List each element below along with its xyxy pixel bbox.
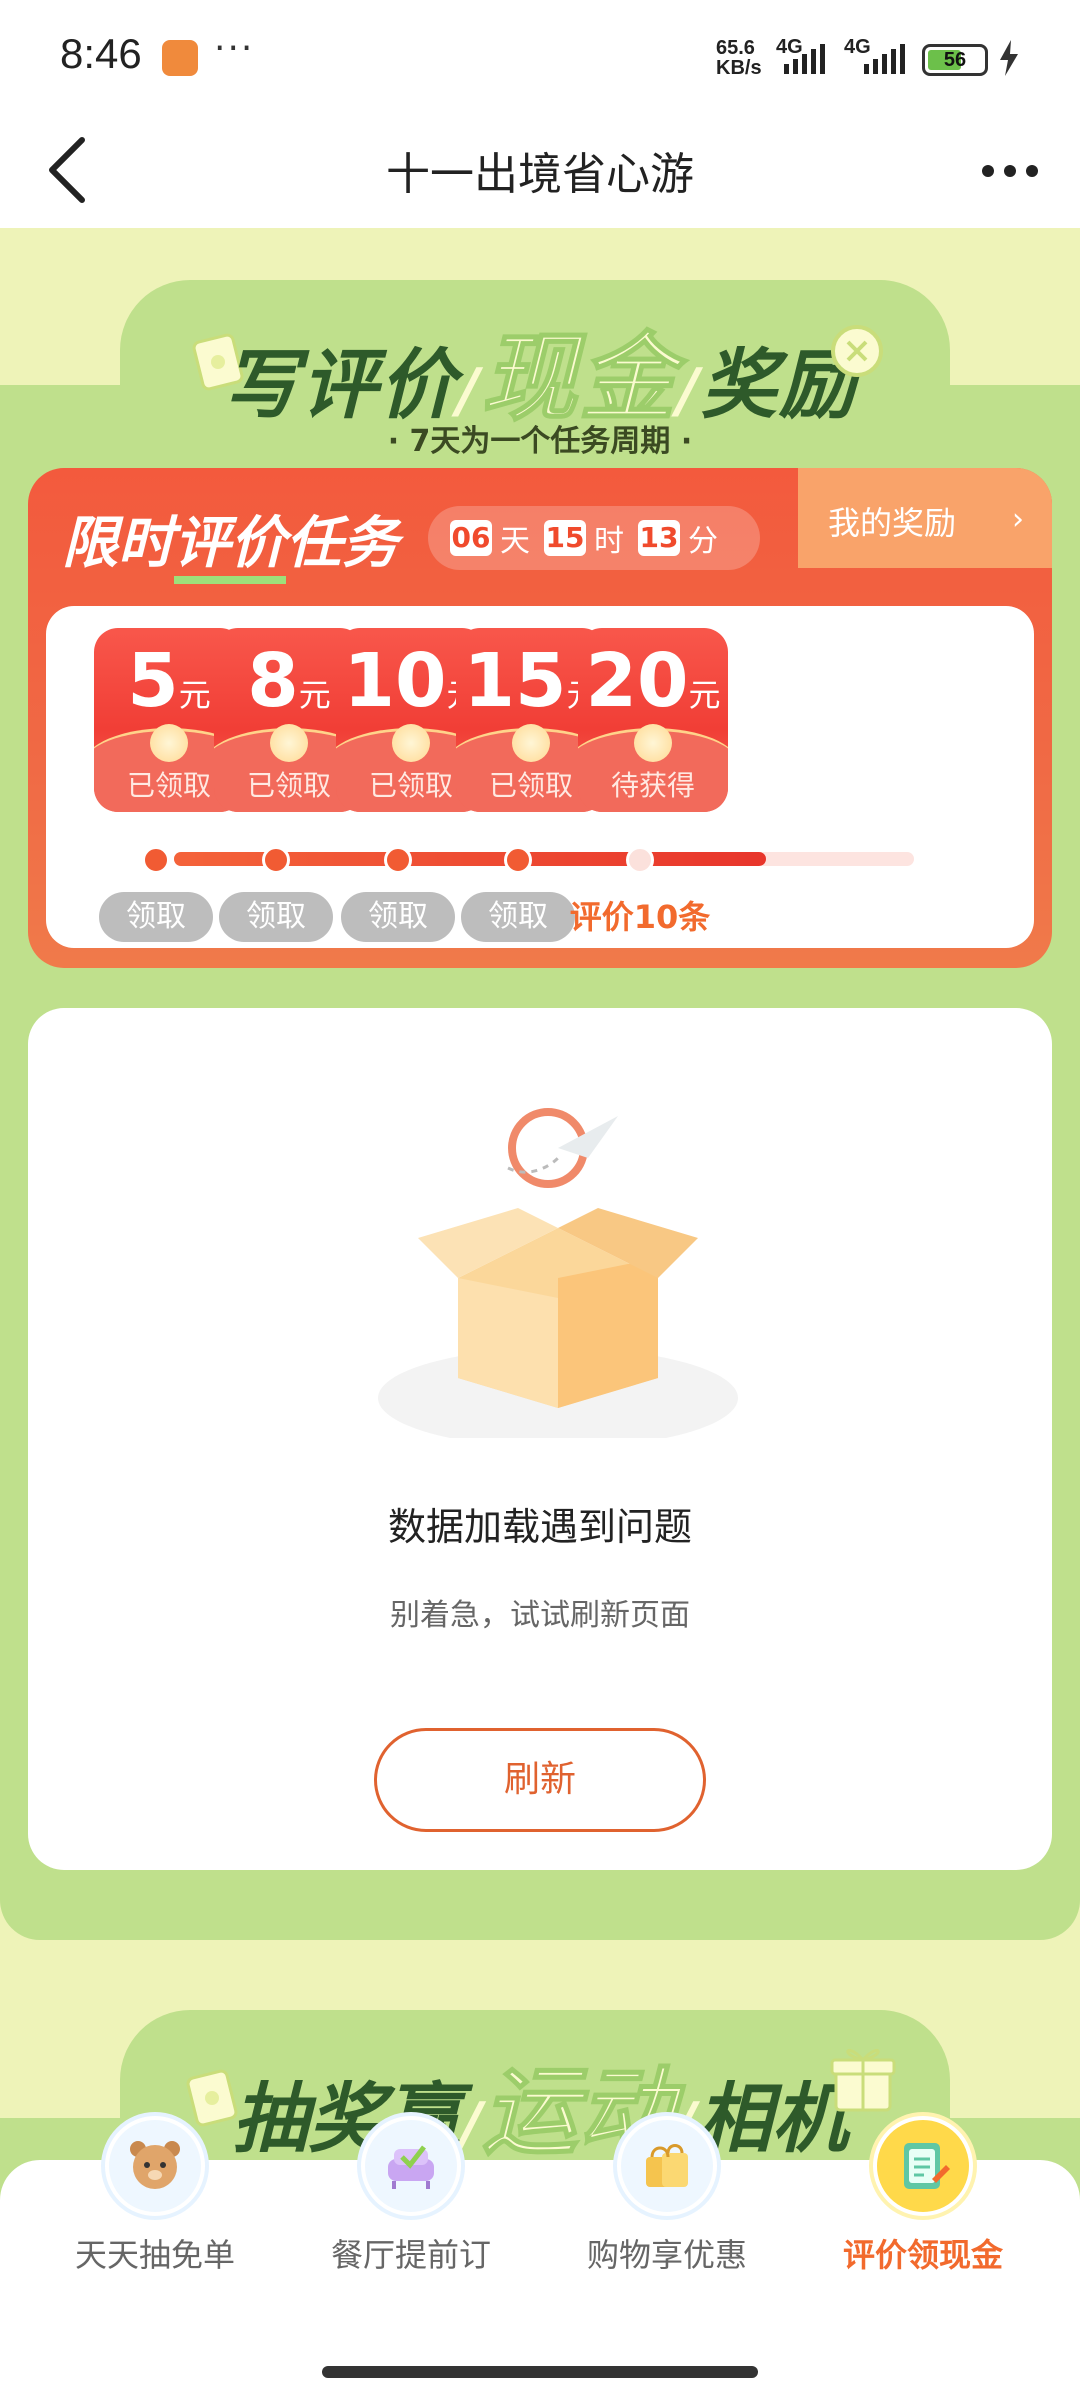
countdown-minutes: 13 <box>638 520 680 556</box>
countdown-hours: 15 <box>544 520 586 556</box>
error-subtitle: 别着急，试试刷新页面 <box>390 1598 690 1633</box>
coin-icon <box>634 724 672 762</box>
more-icon[interactable] <box>980 156 1040 186</box>
page-title: 十一出境省心游 <box>386 149 694 200</box>
back-icon[interactable] <box>40 134 100 206</box>
coin-icon <box>392 724 430 762</box>
countdown-timer: 06 天 15 时 13 分 <box>428 506 760 570</box>
nav-bar: 十一出境省心游 <box>0 112 1080 228</box>
tab-label: 评价领现金 <box>842 2236 1003 2274</box>
my-reward-label: 我的奖励 <box>828 504 957 542</box>
charging-icon <box>1000 40 1018 76</box>
task-title-suffix: 任务 <box>286 511 398 576</box>
task-title-highlight: 评价 <box>174 511 286 584</box>
reward-currency: 元 <box>298 676 331 714</box>
banner-subtitle: · 7天为一个任务周期 · <box>387 424 693 459</box>
progress-milestone-dot <box>384 846 412 874</box>
signal-icon <box>784 44 825 74</box>
gift-box-icon <box>830 2049 896 2112</box>
chevron-right-icon: › <box>1012 502 1024 537</box>
reward-amount-value: 20 <box>585 638 689 724</box>
reward-status: 待获得 <box>610 769 695 802</box>
task-title-prefix: 限时 <box>62 511 174 576</box>
status-time: 8:46 <box>60 30 142 77</box>
progress-milestone-dot <box>504 846 532 874</box>
coin-icon <box>831 325 883 377</box>
coin-icon <box>512 724 550 762</box>
second-banner-separator-1: / <box>460 2090 482 2160</box>
tab-label: 购物享优惠 <box>586 2236 747 2274</box>
network-speed-value: 65.6 <box>716 37 755 59</box>
task-card: 限时评价任务 06 天 15 时 13 分 我的奖励 › 5元 已领取 领取 8元 已领… <box>28 468 1052 968</box>
coin-icon <box>270 724 308 762</box>
progress-milestone-dot <box>262 846 290 874</box>
refresh-button[interactable]: 刷新 <box>374 1728 706 1832</box>
tab-label: 天天抽免单 <box>74 2236 235 2274</box>
sofa-icon <box>361 2116 461 2216</box>
reward-amount: 20元 <box>578 638 728 738</box>
my-reward-button[interactable]: 我的奖励 › <box>798 468 1052 568</box>
shopping-bag-icon <box>617 2116 717 2216</box>
second-banner-title-part2: 相机 <box>695 2074 848 2163</box>
countdown-minutes-unit: 分 <box>688 524 718 559</box>
empty-box-illustration <box>378 1108 738 1438</box>
countdown-hours-unit: 时 <box>594 524 624 559</box>
reward-amount-value: 5 <box>127 638 179 724</box>
tab-shopping-deals[interactable]: 购物享优惠 <box>532 2116 802 2400</box>
network-speed-unit: KB/s <box>716 57 762 79</box>
app-notification-icon <box>162 40 198 76</box>
countdown-days-unit: 天 <box>500 524 530 559</box>
signal-icon-2 <box>864 44 905 74</box>
error-title: 数据加载遇到问题 <box>387 1505 692 1549</box>
claim-button[interactable]: 领取 <box>219 892 333 942</box>
coin-icon <box>150 724 188 762</box>
reward-goal-label: 评价10条 <box>569 898 711 936</box>
claim-button[interactable]: 领取 <box>341 892 455 942</box>
reward-currency: 元 <box>178 676 211 714</box>
bottom-tab-bar: 天天抽免单 餐厅提前订 购物享优惠 评价领现金 <box>0 2116 1080 2400</box>
reward-amount-value: 8 <box>247 638 299 724</box>
progress-milestone-dot <box>142 846 170 874</box>
more-notifications-icon: ··· <box>214 28 255 69</box>
tab-restaurant-booking[interactable]: 餐厅提前订 <box>276 2116 546 2400</box>
reward-coupon: 20元待获得 <box>578 628 728 812</box>
progress-milestone-dot <box>626 846 654 874</box>
task-title: 限时评价任务 <box>62 498 398 584</box>
claim-button[interactable]: 领取 <box>99 892 213 942</box>
reward-amount-value: 10 <box>343 638 447 724</box>
reward-amount-value: 15 <box>463 638 567 724</box>
battery-level: 56 <box>943 49 967 71</box>
review-notepad-icon <box>873 2116 973 2216</box>
tab-review-cash[interactable]: 评价领现金 <box>788 2116 1058 2400</box>
status-bar: 8:46 ··· 65.6 KB/s 4G 4G 56 <box>0 0 1080 112</box>
reward-panel: 5元已领取领取8元已领取领取10元已领取领取15元已领取领取20元待获得评价10… <box>46 606 1034 948</box>
tab-label: 餐厅提前订 <box>330 2236 491 2274</box>
countdown-days: 06 <box>450 520 492 556</box>
battery-icon: 56 <box>922 44 988 76</box>
reward-currency: 元 <box>688 676 721 714</box>
home-indicator[interactable] <box>322 2366 758 2378</box>
claim-button[interactable]: 领取 <box>461 892 575 942</box>
network-speed: 65.6 KB/s <box>716 38 776 78</box>
tab-daily-lottery[interactable]: 天天抽免单 <box>20 2116 290 2400</box>
bear-icon <box>105 2116 205 2216</box>
error-card: 数据加载遇到问题 别着急，试试刷新页面 刷新 <box>28 1008 1052 1870</box>
